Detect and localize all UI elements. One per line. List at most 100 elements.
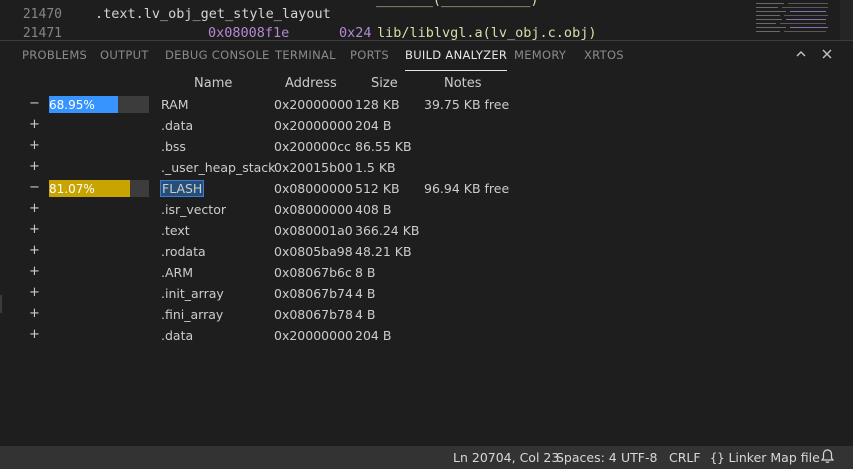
minimap[interactable]	[752, 0, 838, 40]
editor-scrollbar[interactable]	[840, 0, 853, 40]
encoding[interactable]: UTF-8	[621, 450, 657, 465]
expand-toggle[interactable]: +	[29, 117, 40, 132]
collapse-toggle[interactable]: −	[29, 180, 40, 195]
usage-percent: 68.95%	[49, 98, 95, 112]
row-size: 1.5 KB	[355, 160, 396, 175]
close-panel-button[interactable]	[819, 46, 835, 64]
expand-toggle[interactable]: +	[29, 159, 40, 174]
row-address: 0x08067b78	[274, 307, 353, 322]
row-address: 0x080001a0	[274, 223, 353, 238]
chevron-up-icon	[796, 51, 806, 57]
tab-build-analyzer-label: BUILD ANALYZER	[405, 48, 508, 62]
row-size: 4 B	[355, 286, 376, 301]
table-row[interactable]: + .data 0x20000000 204 B	[0, 325, 853, 346]
table-row[interactable]: + .bss 0x200000cc 86.55 KB	[0, 136, 853, 157]
row-name: ._user_heap_stack	[161, 160, 276, 175]
row-size: 366.24 KB	[355, 223, 420, 238]
tab-memory[interactable]: MEMORY	[514, 48, 566, 62]
end-of-line[interactable]: CRLF	[669, 450, 701, 465]
row-size: 86.55 KB	[355, 139, 412, 154]
row-address: 0x08067b6c	[274, 265, 352, 280]
tab-terminal[interactable]: TERMINAL	[275, 48, 336, 62]
expand-toggle[interactable]: +	[29, 222, 40, 237]
table-row[interactable]: −81.07% FLASH 0x08000000 512 KB 96.94 KB fre…	[0, 178, 853, 199]
expand-toggle[interactable]: +	[29, 243, 40, 258]
usage-bar: 81.07%	[49, 180, 149, 197]
tab-build-analyzer[interactable]: BUILD ANALYZER	[405, 48, 508, 71]
panel-tabs: PROBLEMS OUTPUT DEBUG CONSOLE TERMINAL P…	[0, 41, 853, 71]
editor-area[interactable]: 21470 .text.lv_obj_get_style_layout 2147…	[0, 0, 853, 40]
bell-icon	[820, 449, 835, 463]
close-icon	[822, 49, 832, 59]
expand-toggle[interactable]: +	[29, 138, 40, 153]
tab-ports[interactable]: PORTS	[350, 48, 389, 62]
row-size: 48.21 KB	[355, 244, 412, 259]
expand-toggle[interactable]: +	[29, 264, 40, 279]
table-row[interactable]: + .fini_array 0x08067b78 4 B	[0, 304, 853, 325]
table-row[interactable]: −68.95% RAM 0x20000000 128 KB 39.75 KB free	[0, 94, 853, 115]
table-row[interactable]: + ._user_heap_stack 0x20015b00 1.5 KB	[0, 157, 853, 178]
row-name: .text	[161, 223, 190, 238]
tab-problems[interactable]: PROBLEMS	[22, 48, 87, 62]
line-number: 21471	[22, 26, 62, 40]
table-row[interactable]: + .isr_vector 0x08000000 408 B	[0, 199, 853, 220]
row-name: .init_array	[161, 286, 224, 301]
usage-bar: 68.95%	[49, 96, 149, 113]
table-row[interactable]: + .ARM 0x08067b6c 8 B	[0, 262, 853, 283]
row-address: 0x20000000	[274, 97, 353, 112]
row-size: 512 KB	[355, 181, 400, 196]
indentation[interactable]: Spaces: 4	[556, 450, 617, 465]
row-name: RAM	[161, 97, 189, 112]
expand-toggle[interactable]: +	[29, 306, 40, 321]
sash-indicator	[0, 295, 2, 313]
row-address: 0x20000000	[274, 328, 353, 343]
row-name: .isr_vector	[161, 202, 226, 217]
row-name: .ARM	[161, 265, 193, 280]
row-address: 0x0805ba98	[274, 244, 353, 259]
table-row[interactable]: + .data 0x20000000 204 B	[0, 115, 853, 136]
row-address: 0x08067b74	[274, 286, 353, 301]
code-line[interactable]: .text.lv_obj_get_style_layout	[95, 6, 331, 22]
row-size: 8 B	[355, 265, 376, 280]
notifications-button[interactable]	[820, 449, 835, 467]
expand-toggle[interactable]: +	[29, 327, 40, 342]
tab-output[interactable]: OUTPUT	[100, 48, 149, 62]
maximize-panel-button[interactable]	[793, 46, 809, 64]
row-address: 0x20000000	[274, 118, 353, 133]
cursor-position[interactable]: Ln 20704, Col 23	[453, 450, 559, 465]
row-address: 0x08000000	[274, 181, 353, 196]
language-label: Linker Map file	[728, 450, 820, 465]
usage-percent: 81.07%	[49, 182, 95, 196]
row-size: 408 B	[355, 202, 392, 217]
code-size[interactable]: 0x24	[339, 25, 372, 40]
row-name: .data	[161, 118, 194, 133]
row-name: .fini_array	[161, 307, 224, 322]
header-notes: Notes	[444, 76, 482, 91]
row-size: 204 B	[355, 328, 392, 343]
selected-name[interactable]: FLASH	[159, 180, 205, 197]
row-name: .bss	[161, 139, 186, 154]
row-name: .rodata	[161, 244, 206, 259]
braces-icon: {}	[710, 451, 725, 465]
row-name: FLASH	[159, 180, 205, 197]
collapse-toggle[interactable]: −	[29, 96, 40, 111]
tab-xrtos[interactable]: XRTOS	[584, 48, 624, 62]
row-name: .data	[161, 328, 194, 343]
code-line-fragment: _______(___________)	[376, 0, 539, 8]
header-name: Name	[194, 76, 233, 91]
table-row[interactable]: + .text 0x080001a0 366.24 KB	[0, 220, 853, 241]
status-bar: Ln 20704, Col 23 Spaces: 4 UTF-8 CRLF {}…	[0, 446, 853, 469]
language-mode[interactable]: {} Linker Map file	[710, 450, 820, 465]
expand-toggle[interactable]: +	[29, 201, 40, 216]
expand-toggle[interactable]: +	[29, 285, 40, 300]
code-object[interactable]: lib/liblvgl.a(lv_obj.c.obj)	[377, 25, 596, 40]
table-row[interactable]: + .init_array 0x08067b74 4 B	[0, 283, 853, 304]
row-address: 0x200000cc	[274, 139, 351, 154]
tab-debug-console[interactable]: DEBUG CONSOLE	[165, 48, 270, 62]
table-row[interactable]: + .rodata 0x0805ba98 48.21 KB	[0, 241, 853, 262]
row-size: 4 B	[355, 307, 376, 322]
row-address: 0x08000000	[274, 202, 353, 217]
code-address[interactable]: 0x08008f1e	[208, 25, 289, 40]
row-notes: 96.94 KB free	[424, 181, 510, 196]
row-notes: 39.75 KB free	[424, 97, 510, 112]
